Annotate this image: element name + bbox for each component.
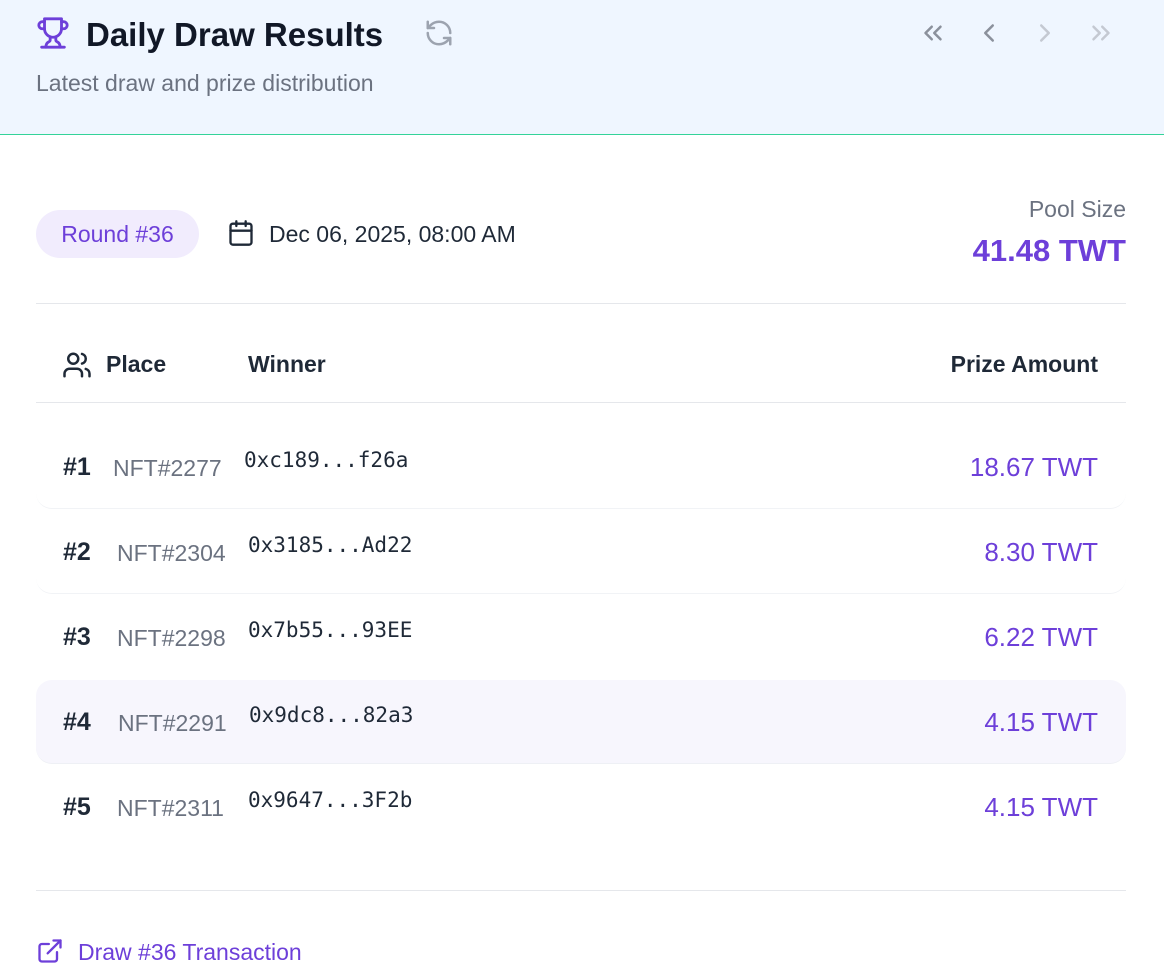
draw-date: Dec 06, 2025, 08:00 AM (269, 221, 516, 247)
row-prize-amount: 6.22 TWT (984, 622, 1098, 652)
chevron-left-icon[interactable] (974, 18, 1004, 48)
trophy-icon (36, 16, 70, 50)
column-header-prize: Prize Amount (950, 351, 1098, 377)
results-header: Daily Draw Results Latest draw and prize… (0, 0, 1164, 135)
row-rank: #4 (63, 708, 91, 736)
column-header-place: Place (106, 351, 167, 377)
chevrons-right-icon[interactable] (1086, 18, 1116, 48)
calendar-icon (227, 219, 255, 247)
row-prize-amount: 8.30 TWT (984, 537, 1098, 567)
divider (36, 402, 1126, 403)
row-winner-address[interactable]: 0xc189...f26a (244, 445, 408, 475)
pool-size-label: Pool Size (1028, 196, 1126, 222)
table-row[interactable]: #3 NFT#2298 0x7b55...93EE 6.22 TWT (36, 595, 1126, 679)
row-rank: #1 (63, 453, 91, 481)
divider (36, 303, 1126, 304)
page-title: Daily Draw Results (86, 16, 384, 53)
draw-transaction-link[interactable]: Draw #36 Transaction (78, 936, 302, 968)
table-row[interactable]: #2 NFT#2304 0x3185...Ad22 8.30 TWT (36, 510, 1126, 594)
row-nft-id: NFT#2277 (113, 455, 222, 481)
row-nft-id: NFT#2291 (118, 710, 227, 736)
external-link-icon[interactable] (36, 937, 64, 965)
row-winner-address[interactable]: 0x7b55...93EE (248, 615, 412, 645)
row-winner-address[interactable]: 0x9dc8...82a3 (249, 700, 413, 730)
divider (36, 890, 1126, 891)
row-rank: #2 (63, 538, 91, 566)
row-nft-id: NFT#2304 (117, 540, 226, 566)
row-prize-amount: 4.15 TWT (984, 707, 1098, 737)
pool-size-value: 41.48 TWT (972, 233, 1126, 268)
column-header-winner: Winner (248, 351, 326, 377)
page-subtitle: Latest draw and prize distribution (36, 70, 374, 96)
row-winner-address[interactable]: 0x9647...3F2b (248, 785, 412, 815)
refresh-icon[interactable] (424, 18, 454, 48)
row-prize-amount: 18.67 TWT (969, 452, 1098, 482)
row-nft-id: NFT#2311 (117, 795, 224, 821)
row-prize-amount: 4.15 TWT (984, 792, 1098, 822)
row-rank: #3 (63, 623, 91, 651)
table-row[interactable]: #5 NFT#2311 0x9647...3F2b 4.15 TWT (36, 765, 1126, 849)
row-nft-id: NFT#2298 (117, 625, 226, 651)
chevron-right-icon[interactable] (1030, 18, 1060, 48)
table-row[interactable]: #4 NFT#2291 0x9dc8...82a3 4.15 TWT (36, 680, 1126, 764)
round-badge: Round #36 (36, 210, 199, 258)
chevrons-left-icon[interactable] (918, 18, 948, 48)
row-rank: #5 (63, 793, 91, 821)
users-icon (62, 350, 92, 380)
row-winner-address[interactable]: 0x3185...Ad22 (248, 530, 412, 560)
table-row[interactable]: #1 NFT#2277 0xc189...f26a 18.67 TWT (36, 425, 1126, 509)
